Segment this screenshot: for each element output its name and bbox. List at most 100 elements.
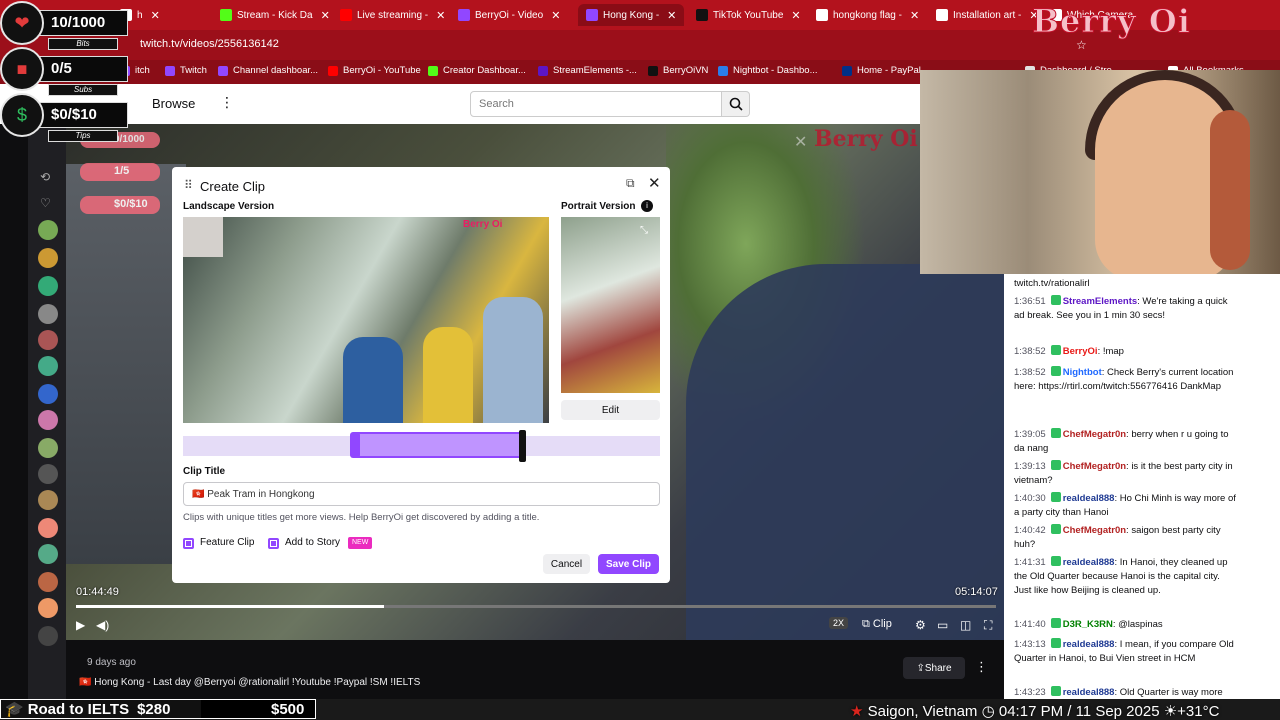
more-menu-icon[interactable]: ⋮ [220,94,234,111]
clip-icon: ⧉ [862,618,873,630]
search-button[interactable] [722,91,750,117]
play-icon[interactable]: ▶ [76,618,85,632]
info-icon[interactable]: i [641,200,653,212]
edit-button[interactable]: Edit [561,400,660,420]
chat-username[interactable]: realdeal888 [1063,687,1115,698]
speed-badge[interactable]: 2X [829,617,849,629]
feature-clip-label[interactable]: Feature Clip [200,537,254,548]
bookmark-item[interactable]: BerryOi - YouTube [328,65,421,76]
tab-close-icon[interactable]: ✕ [910,9,919,22]
tab-close-icon[interactable]: ✕ [151,9,160,22]
add-to-story-checkbox[interactable] [268,538,279,549]
following-heart-icon[interactable]: ♡ [40,196,51,210]
bookmark-label: BerryOiVN [663,65,709,76]
chat-username[interactable]: ChefMegatr0n [1063,525,1126,536]
channel-avatar[interactable] [38,598,58,618]
channel-avatar[interactable] [38,544,58,564]
bookmark-item[interactable]: StreamElements -... [538,65,637,76]
channel-avatar[interactable] [38,410,58,430]
chat-username[interactable]: ChefMegatr0n [1063,429,1126,440]
bookmark-item[interactable]: BerryOiVN [648,65,708,76]
channel-avatar[interactable] [38,626,58,646]
landscape-preview[interactable]: Berry Oi [183,217,549,423]
chat-username[interactable]: ChefMegatr0n [1063,461,1126,472]
url-text[interactable]: twitch.tv/videos/2556136142 [140,38,279,50]
settings-gear-icon[interactable]: ⚙ [915,618,926,632]
feature-clip-checkbox[interactable] [183,538,194,549]
add-to-story-label[interactable]: Add to Story [285,537,340,548]
chat-badge-icon [1050,295,1061,305]
sun-icon: ☀ [1163,703,1178,720]
channel-avatar[interactable] [38,248,58,268]
expand-icon[interactable]: ⤡ [640,225,648,236]
channel-avatar[interactable] [38,304,58,324]
volume-icon[interactable]: ◀) [96,618,109,632]
bookmark-item[interactable]: Channel dashboar... [218,65,318,76]
more-options-icon[interactable]: ⋮ [975,659,988,675]
channel-avatar[interactable] [38,572,58,592]
channel-avatar[interactable] [38,356,58,376]
collapse-icon[interactable]: ⟲ [40,170,50,184]
channel-avatar[interactable] [38,518,58,538]
chat-username[interactable]: Nightbot [1063,367,1102,378]
channel-avatar[interactable] [38,464,58,484]
bookmark-star-icon[interactable]: ☆ [1076,38,1087,52]
clip-start-handle[interactable] [350,432,360,458]
channel-avatar[interactable] [38,330,58,350]
popout-icon[interactable]: ⧉ [626,176,635,191]
chat-username[interactable]: realdeal888 [1063,639,1115,650]
video-tips-widget: $0/$10 [80,196,160,214]
channel-avatar[interactable] [38,220,58,240]
tab-close-icon[interactable]: ✕ [667,9,676,22]
tab-close-icon[interactable]: ✕ [436,9,445,22]
clip-end-handle[interactable] [519,430,526,462]
drag-handle-icon[interactable]: ⠿ [184,178,193,192]
browser-tab[interactable]: TikTok YouTube ✕ [696,4,801,26]
channel-avatar[interactable] [38,276,58,296]
cancel-button[interactable]: Cancel [543,554,590,574]
clip-selection-range[interactable] [352,432,524,458]
total-time: 05:14:07 [955,586,998,598]
portrait-preview[interactable]: ⤡ [561,217,660,393]
channel-avatar[interactable] [38,384,58,404]
save-clip-button[interactable]: Save Clip [598,554,659,574]
browse-link[interactable]: Browse [152,96,195,111]
search-input[interactable]: Search [470,91,722,117]
browser-tab[interactable]: hongkong flag - ✕ [816,4,919,26]
channel-avatar[interactable] [38,438,58,458]
chat-username[interactable]: StreamElements [1063,296,1137,307]
bookmark-item[interactable]: Twitch [165,65,207,76]
fullscreen-icon[interactable]: ⛶ [984,618,992,633]
chat-username[interactable]: realdeal888 [1063,557,1115,568]
twitch-top-nav [0,84,920,124]
theatre-mode-icon[interactable]: ▭ [937,618,948,632]
bookmark-item[interactable]: Creator Dashboar... [428,65,526,76]
clip-title-value: Peak Tram in Hongkong [207,489,315,500]
clock-icon: ◷ [981,703,995,720]
location-text: Saigon, Vietnam [867,703,978,720]
chat-username[interactable]: BerryOi [1063,346,1098,357]
chat-username[interactable]: realdeal888 [1063,493,1115,504]
tab-close-icon[interactable]: ✕ [321,9,330,22]
bookmark-item[interactable]: Nightbot - Dashbo... [718,65,818,76]
browser-tab[interactable]: Live streaming - ✕ [340,4,445,26]
clip-title-input[interactable]: 🇭🇰 Peak Tram in Hongkong [183,482,660,506]
browser-tab[interactable]: Stream - Kick Da ✕ [220,4,330,26]
video-info-panel [66,640,1004,700]
close-icon[interactable]: ✕ [648,174,661,192]
sidebar-toggle-icon[interactable]: ◫ [960,618,971,632]
browser-tab[interactable]: Hong Kong - ✕ [578,4,685,26]
chat-username[interactable]: D3R_K3RN [1063,619,1113,630]
clip-button[interactable]: ⧉ Clip [862,618,892,631]
tab-close-icon[interactable]: ✕ [791,9,800,22]
browser-tab[interactable]: BerryOi - Video ✕ [458,4,560,26]
share-button[interactable]: ⇪ Share [903,657,965,679]
tab-close-icon[interactable]: ✕ [551,9,560,22]
video-scene-tram [66,164,186,564]
browser-tab[interactable]: Installation art - ✕ [936,4,1039,26]
video-scene-person [686,264,1004,640]
clip-title-label: Clip Title [183,466,226,477]
bookmark-item[interactable]: Home - PayPal [842,65,921,76]
tab-label: hongkong flag - [833,9,902,21]
channel-avatar[interactable] [38,490,58,510]
